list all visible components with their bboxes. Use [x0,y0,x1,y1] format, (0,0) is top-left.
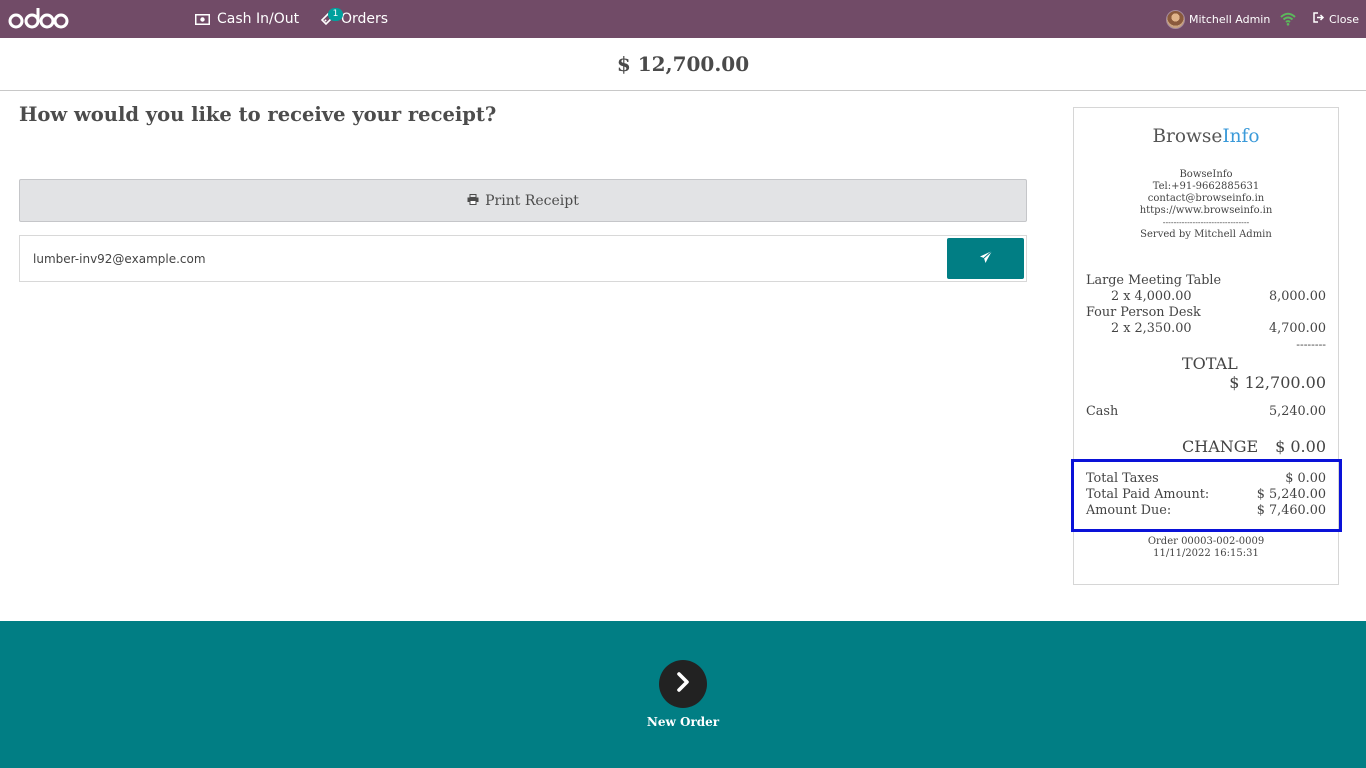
sign-out-icon [1313,12,1325,26]
change-value: $ 0.00 [1275,437,1326,456]
change-label: CHANGE [1182,437,1259,456]
order-total-amount: $ 12,700.00 [0,38,1366,91]
company-name: BowseInfo [1179,169,1233,180]
receipt-logo: BrowseInfo [1074,126,1338,147]
paper-plane-icon [979,249,993,268]
receipt-line-amount: 8,000.00 [1269,289,1326,304]
receipt-preview: BrowseInfo BowseInfo Tel:+91-9662885631 … [1071,107,1342,585]
orders-label: Orders [341,11,389,27]
company-website: https://www.browseinfo.in [1139,205,1273,216]
cash-in-out-label: Cash In/Out [217,11,300,27]
receipt-footer: Order 00003-002-0009 11/11/2022 16:15:31 [1074,536,1338,560]
new-order-button[interactable] [659,660,707,708]
user-menu[interactable]: Mitchell Admin [1166,0,1270,38]
logo-text-browse: Browse [1152,126,1223,147]
send-email-button[interactable] [947,238,1024,279]
wifi-icon [1280,11,1296,30]
total-separator: -------- [1296,338,1326,351]
total-value: $ 12,700.00 [1229,373,1326,392]
order-reference: Order 00003-002-0009 [1147,536,1265,547]
top-navbar: Cash In/Out Orders 1 Mitchell Admin Clos… [0,0,1366,38]
served-by: Served by Mitchell Admin [1140,229,1272,240]
receipt-line-amount: 4,700.00 [1269,321,1326,336]
receipt-question: How would you like to receive your recei… [19,103,497,126]
header-separator: -------------------------------- [1162,218,1250,227]
receipt-company-info: BowseInfo Tel:+91-9662885631 contact@bro… [1074,169,1338,241]
company-phone: Tel:+91-9662885631 [1152,181,1260,192]
cash-in-out-button[interactable]: Cash In/Out [195,0,299,38]
logo-text-info: Info [1222,126,1260,147]
close-button[interactable]: Close [1313,0,1359,38]
email-receipt-group [19,235,1027,282]
receipt-line-product: Four Person Desk [1086,305,1201,320]
email-input[interactable] [20,236,945,281]
total-label: TOTAL [1182,354,1238,373]
print-receipt-label: Print Receipt [485,192,579,209]
payment-summary-highlight [1071,459,1342,532]
odoo-logo [8,8,70,34]
print-receipt-button[interactable]: Print Receipt [19,179,1027,222]
orders-count-badge: 1 [328,8,343,21]
payment-amount: 5,240.00 [1269,404,1326,419]
receipt-line-product: Large Meeting Table [1086,273,1222,288]
avatar [1166,9,1185,29]
user-name: Mitchell Admin [1189,12,1271,26]
order-date: 11/11/2022 16:15:31 [1153,548,1259,559]
printer-icon [467,193,479,209]
company-email: contact@browseinfo.in [1147,193,1265,204]
close-label: Close [1329,12,1359,26]
new-order-label[interactable]: New Order [600,715,766,729]
cash-register-icon [195,13,210,25]
chevron-right-icon [675,672,691,696]
